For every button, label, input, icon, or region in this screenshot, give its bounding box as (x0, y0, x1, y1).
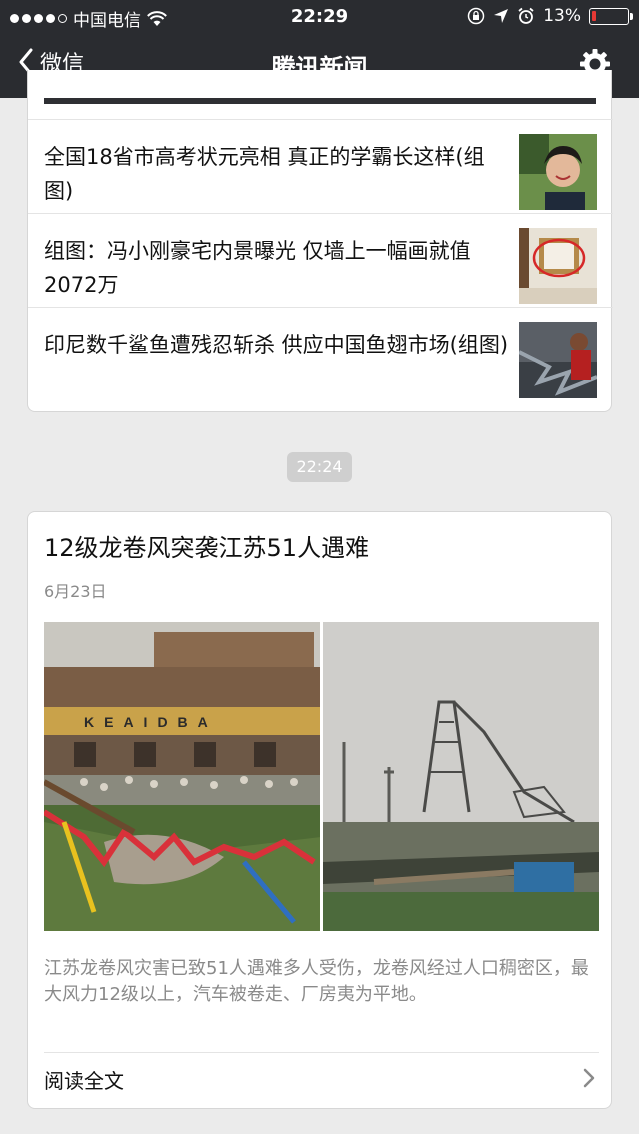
news-list-card: 全国18省市高考状元亮相 真正的学霸长这样(组图) 组图：冯小刚豪宅内景曝光 仅… (27, 70, 613, 412)
status-right: 13% (467, 6, 633, 26)
battery-level (592, 10, 596, 21)
read-more-link[interactable]: 阅读全文 (44, 1065, 124, 1094)
news-item-thumbnail (519, 322, 597, 398)
battery-percent: 13% (543, 6, 581, 26)
news-item-title: 印尼数千鲨鱼遭残忍斩杀 供应中国鱼翅市场(组图) (44, 333, 509, 357)
article-cover-image: KEAIDBA (44, 622, 599, 931)
article-title: 12级龙卷风突袭江苏51人遇难 (44, 534, 370, 562)
status-bar: 中国电信 22:29 13% (0, 0, 639, 32)
cover-image-bottom (44, 98, 596, 104)
news-item-thumbnail (519, 228, 597, 304)
news-item-title: 全国18省市高考状元亮相 真正的学霸长这样(组图) (44, 145, 485, 203)
alarm-icon (518, 7, 534, 24)
orientation-lock-icon (467, 7, 485, 25)
divider (44, 1052, 599, 1053)
featured-article-card[interactable]: 12级龙卷风突袭江苏51人遇难 6月23日 KEAIDBA 江苏龙卷风灾害已致5… (27, 511, 612, 1109)
news-item[interactable]: 组图：冯小刚豪宅内景曝光 仅墙上一幅画就值2072万 (28, 213, 613, 307)
building-sign-text: KEAIDBA (84, 714, 218, 730)
news-item-title: 组图：冯小刚豪宅内景曝光 仅墙上一幅画就值2072万 (44, 239, 471, 297)
news-item[interactable]: 印尼数千鲨鱼遭残忍斩杀 供应中国鱼翅市场(组图) (28, 307, 613, 401)
article-date: 6月23日 (44, 582, 107, 601)
battery-icon (589, 7, 633, 25)
news-item[interactable]: 全国18省市高考状元亮相 真正的学霸长这样(组图) (28, 119, 613, 213)
chevron-right-icon (583, 1068, 595, 1088)
article-summary: 江苏龙卷风灾害已致51人遇难多人受伤，龙卷风经过人口稠密区，最大风力12级以上，… (44, 958, 589, 1005)
news-item-thumbnail (519, 134, 597, 210)
message-timestamp: 22:24 (287, 452, 352, 482)
location-icon (494, 9, 509, 23)
